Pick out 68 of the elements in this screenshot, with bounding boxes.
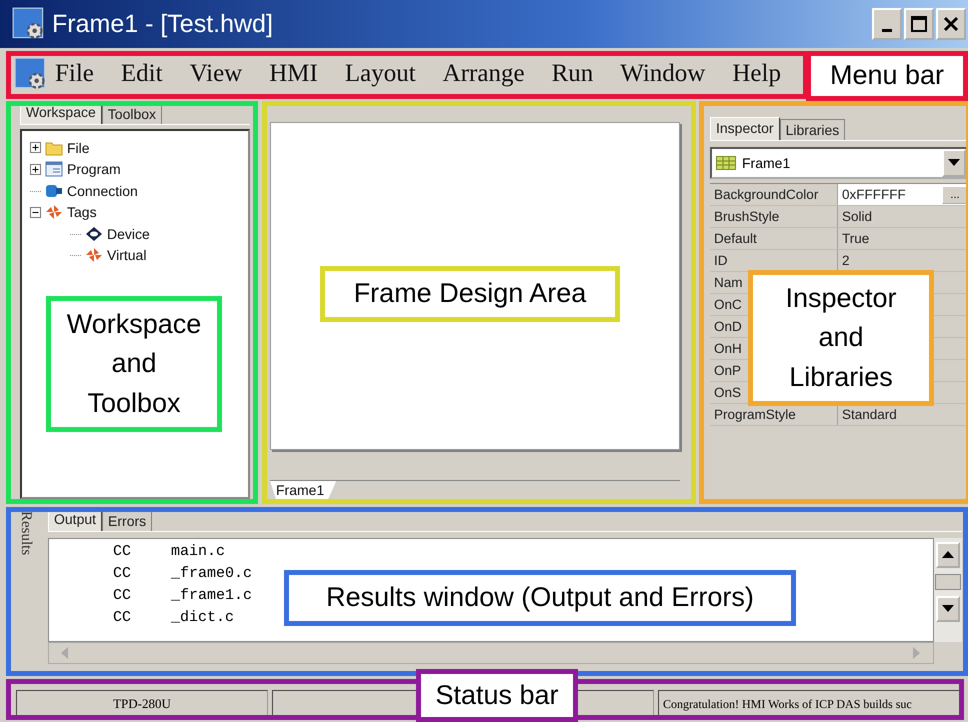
callout-label: Results window (Output and Errors): [284, 570, 796, 626]
minimize-icon: [882, 28, 892, 32]
app-gear-icon: [12, 7, 46, 41]
window-title: Frame1 - [Test.hwd]: [52, 10, 273, 38]
scroll-down-icon[interactable]: [942, 605, 954, 613]
swirl-icon: [85, 247, 103, 264]
property-value[interactable]: True: [842, 231, 870, 246]
tab[interactable]: Inspector: [710, 117, 780, 140]
tab[interactable]: Errors: [102, 510, 152, 531]
menu-item[interactable]: Arrange: [442, 60, 525, 88]
log-text: _frame1.c: [171, 587, 252, 606]
property-name: Default: [710, 228, 838, 249]
expand-toggle-icon[interactable]: [30, 164, 41, 175]
tab[interactable]: Libraries: [780, 119, 846, 140]
menu-item[interactable]: Help: [732, 60, 781, 88]
vertical-scrollbar[interactable]: [934, 538, 962, 642]
property-value[interactable]: 2: [842, 253, 850, 268]
close-button[interactable]: [936, 8, 966, 40]
device-icon: [85, 226, 103, 242]
scroll-thumb[interactable]: [935, 574, 961, 590]
close-icon: [941, 14, 961, 34]
callout-label: Frame Design Area: [320, 266, 620, 322]
menu-item[interactable]: File: [55, 60, 94, 88]
log-text: CC: [113, 609, 132, 628]
minimize-button[interactable]: [872, 8, 902, 40]
tree-item[interactable]: File: [67, 140, 90, 156]
log-text: CC: [113, 565, 132, 584]
expand-toggle-icon[interactable]: [30, 206, 41, 218]
callout-label: Status bar: [416, 669, 578, 722]
log-text: _dict.c: [171, 609, 234, 628]
log-text: _frame0.c: [171, 565, 252, 584]
swirl-icon: [45, 204, 63, 220]
status-device: TPD-280U: [16, 690, 268, 718]
log-text: main.c: [171, 543, 226, 562]
maximize-icon: [909, 14, 929, 34]
expand-toggle-icon[interactable]: [30, 142, 41, 154]
tree-item[interactable]: Connection: [67, 182, 138, 199]
menu-item[interactable]: View: [190, 60, 242, 88]
tree-item[interactable]: Virtual: [107, 247, 146, 264]
folder-icon: [45, 140, 63, 156]
object-dropdown[interactable]: Frame1: [710, 147, 968, 179]
property-value[interactable]: Standard: [842, 407, 897, 422]
frame-tab[interactable]: Frame1: [270, 481, 336, 499]
log-text: CC: [113, 543, 132, 562]
property-name: BrushStyle: [710, 206, 838, 227]
frame-icon: [716, 156, 736, 170]
dropdown-arrow-icon: [948, 159, 960, 167]
callout-label: Menu bar: [806, 51, 968, 101]
maximize-button[interactable]: [904, 8, 934, 40]
callout-label: Workspace and Toolbox: [46, 296, 222, 432]
menu-item[interactable]: Window: [620, 60, 706, 88]
window-icon: [45, 161, 63, 178]
property-value[interactable]: 0xFFFFFF: [842, 187, 906, 202]
menu-item[interactable]: Layout: [344, 60, 416, 88]
callout-label: Inspector and Libraries: [748, 270, 934, 406]
menu-item[interactable]: HMI: [269, 60, 318, 88]
browse-button[interactable]: ...: [942, 186, 968, 204]
tree-item[interactable]: Program: [67, 161, 121, 178]
tree-item[interactable]: Device: [107, 226, 150, 242]
property-value[interactable]: Solid: [842, 209, 872, 224]
connector-icon: [45, 182, 63, 199]
menu-item[interactable]: Run: [552, 60, 594, 88]
log-text: CC: [113, 587, 132, 606]
scroll-up-icon[interactable]: [942, 551, 954, 559]
tree-item[interactable]: Tags: [67, 204, 97, 220]
app-gear-icon[interactable]: [14, 57, 48, 91]
panel-side-label: Results: [17, 511, 34, 556]
menu-item[interactable]: Edit: [120, 60, 163, 88]
